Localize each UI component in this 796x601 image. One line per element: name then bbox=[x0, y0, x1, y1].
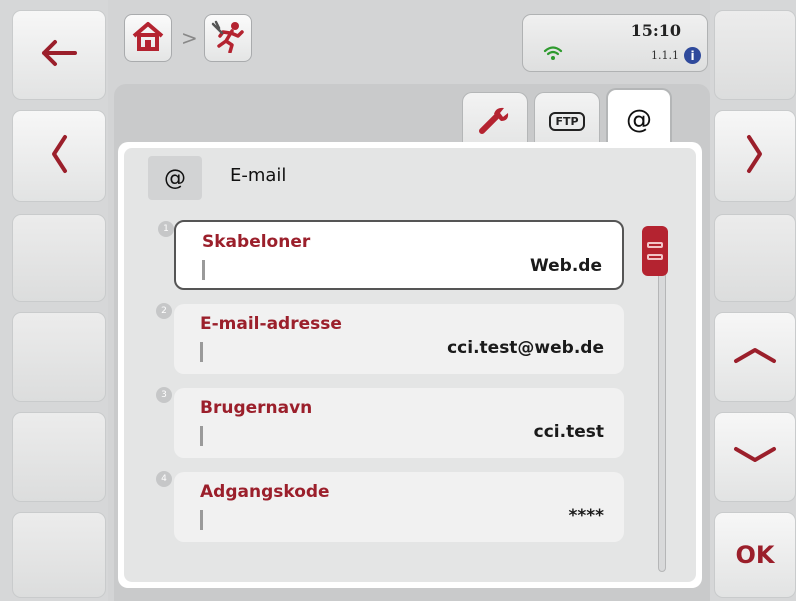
left-softkey-column bbox=[0, 0, 108, 601]
field-label: Skabeloner bbox=[202, 232, 311, 252]
version-number: 1.1.1 bbox=[651, 49, 679, 62]
service-app-button[interactable] bbox=[204, 14, 252, 62]
back-button[interactable] bbox=[12, 10, 106, 100]
status-panel: 15:10 1.1.1 i bbox=[522, 14, 708, 72]
field-value: cci.test bbox=[533, 422, 604, 442]
left-softkey-empty-4[interactable] bbox=[12, 312, 106, 402]
email-panel: @ E-mail 1 Skabeloner Web.de 2 E-mail-ad… bbox=[118, 142, 702, 588]
field-label: E-mail-adresse bbox=[200, 314, 342, 334]
chevron-left-icon bbox=[49, 134, 69, 178]
ftp-icon: FTP bbox=[549, 112, 585, 131]
chevron-right-icon bbox=[745, 134, 765, 178]
at-icon: @ bbox=[626, 105, 652, 135]
field-label: Adgangskode bbox=[200, 482, 330, 502]
field-password[interactable]: 4 Adgangskode **** bbox=[156, 471, 624, 542]
thumb-grip-icon bbox=[647, 254, 663, 260]
home-button[interactable] bbox=[124, 14, 172, 62]
field-value: **** bbox=[568, 506, 604, 526]
field-username[interactable]: 3 Brugernavn cci.test bbox=[156, 387, 624, 458]
next-button[interactable] bbox=[714, 110, 796, 202]
field-number: 3 bbox=[156, 387, 172, 403]
field-cursor bbox=[200, 426, 203, 446]
info-icon[interactable]: i bbox=[684, 47, 701, 64]
left-softkey-empty-5[interactable] bbox=[12, 412, 106, 502]
left-softkey-empty-3[interactable] bbox=[12, 214, 106, 302]
scrollbar-thumb[interactable] bbox=[642, 226, 668, 276]
thumb-grip-icon bbox=[647, 242, 663, 248]
left-softkey-empty-6[interactable] bbox=[12, 512, 106, 598]
field-number: 1 bbox=[158, 221, 174, 237]
field-number: 2 bbox=[156, 303, 172, 319]
arrow-left-icon bbox=[39, 38, 79, 72]
scrollbar-track[interactable] bbox=[658, 232, 666, 572]
email-title-icon: @ bbox=[148, 156, 202, 200]
field-number: 4 bbox=[156, 471, 172, 487]
field-value: cci.test@web.de bbox=[447, 338, 604, 358]
chevron-up-icon bbox=[733, 345, 777, 369]
field-value: Web.de bbox=[529, 256, 602, 276]
main-area: > 15:10 1.1.1 i FTP @ @ E-mail 1 Skabelo… bbox=[108, 0, 710, 601]
field-label: Brugernavn bbox=[200, 398, 313, 418]
scroll-down-button[interactable] bbox=[714, 412, 796, 502]
previous-button[interactable] bbox=[12, 110, 106, 202]
field-templates[interactable]: 1 Skabeloner Web.de bbox=[158, 220, 624, 290]
field-cursor bbox=[202, 260, 205, 280]
right-softkey-column: OK bbox=[710, 0, 796, 601]
chevron-down-icon bbox=[733, 445, 777, 469]
tab-email[interactable]: @ bbox=[606, 88, 672, 150]
email-panel-inner: @ E-mail 1 Skabeloner Web.de 2 E-mail-ad… bbox=[124, 148, 696, 582]
breadcrumb-separator: > bbox=[181, 26, 198, 50]
page-title: E-mail bbox=[230, 165, 287, 186]
clock-time: 15:10 bbox=[630, 21, 681, 40]
service-icon bbox=[210, 19, 246, 57]
ok-button[interactable]: OK bbox=[714, 512, 796, 598]
right-softkey-empty-3[interactable] bbox=[714, 214, 796, 302]
field-cursor bbox=[200, 342, 203, 362]
right-softkey-empty-1[interactable] bbox=[714, 10, 796, 100]
scroll-up-button[interactable] bbox=[714, 312, 796, 402]
home-icon bbox=[131, 20, 165, 56]
header-bar: > 15:10 1.1.1 i bbox=[108, 0, 710, 84]
field-email-address[interactable]: 2 E-mail-adresse cci.test@web.de bbox=[156, 303, 624, 374]
field-cursor bbox=[200, 510, 203, 530]
wifi-icon bbox=[543, 45, 563, 65]
wrench-icon bbox=[478, 105, 512, 139]
ok-label: OK bbox=[735, 541, 775, 569]
